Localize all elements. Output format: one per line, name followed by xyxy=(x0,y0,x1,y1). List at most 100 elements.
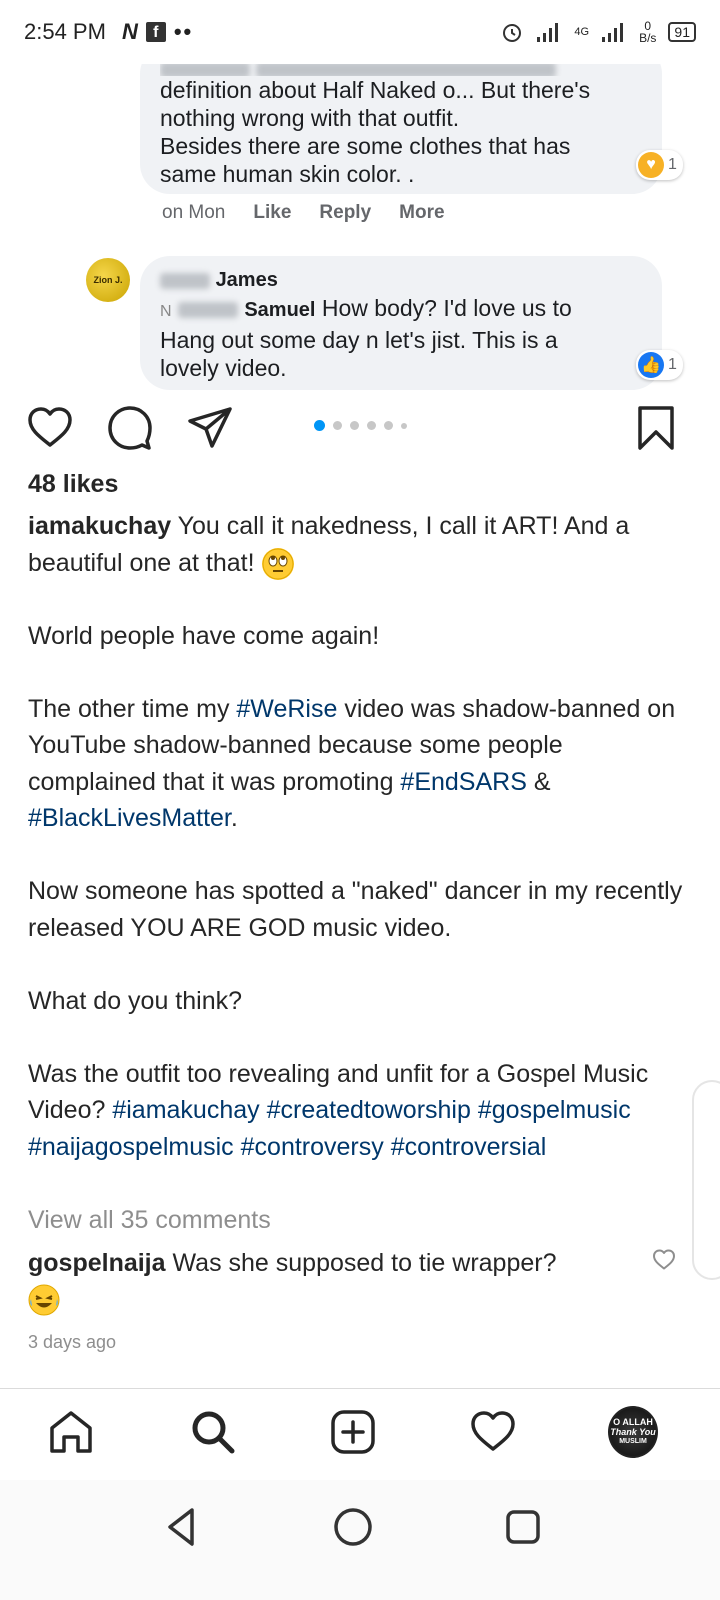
profile-avatar-line-3: MUSLIM xyxy=(619,1438,647,1445)
caption-paragraph-3: The other time my #WeRise video was shad… xyxy=(28,691,688,837)
status-bar: 2:54 PM N f •• 4G 0 B/s 91 xyxy=(0,0,720,64)
network-type-label: 4G xyxy=(574,26,590,38)
fb-comment-2-author-name: James xyxy=(215,269,278,291)
hashtag-createdtoworship[interactable]: #createdtoworship xyxy=(267,1096,471,1124)
fb-comment-2-line-1: N Samuel How body? I'd love us to xyxy=(160,294,642,326)
caption-paragraph-4: Now someone has spotted a "naked" dancer… xyxy=(28,877,683,942)
nav-search-button[interactable] xyxy=(188,1407,238,1457)
hashtag-werise[interactable]: #WeRise xyxy=(236,695,337,723)
carousel-dot xyxy=(367,421,376,430)
carousel-dot xyxy=(384,421,393,430)
fb-reaction-like: 👍 1 xyxy=(636,350,683,380)
fb-reaction-count-2: 1 xyxy=(668,356,677,373)
battery-indicator: 91 xyxy=(668,22,696,42)
carousel-dot xyxy=(350,421,359,430)
fb-comment-2-line-3: lovely video. xyxy=(160,355,287,381)
fb-comment-2-mention: Samuel xyxy=(244,299,316,321)
carousel-dot xyxy=(401,422,407,429)
nav-home-button[interactable] xyxy=(46,1407,96,1457)
more-notifications-icon: •• xyxy=(173,19,194,44)
laughing-emoji-icon xyxy=(28,1284,648,1325)
notification-icons: N f •• xyxy=(122,19,193,45)
fb-comment-1-line-2: nothing wrong with that outfit. xyxy=(160,105,460,131)
system-navigation-bar xyxy=(0,1480,720,1600)
fb-comment-2-author: James xyxy=(160,266,642,294)
send-icon xyxy=(188,407,232,448)
post-image[interactable]: definition about Half Naked o... But the… xyxy=(0,64,720,390)
hashtag-gospelmusic[interactable]: #gospelmusic xyxy=(478,1096,631,1124)
profile-avatar-line-2: Thank You xyxy=(610,1427,656,1437)
fb-comment-1-line-4: same human skin color. . xyxy=(160,161,415,187)
carousel-indicator xyxy=(314,420,407,431)
network-speed-unit: B/s xyxy=(639,31,657,45)
status-right: 4G 0 B/s 91 xyxy=(500,20,696,44)
system-back-button[interactable] xyxy=(158,1502,208,1552)
post-time-ago: 3 days ago xyxy=(28,1332,117,1352)
top-comment: gospelnaija Was she supposed to tie wrap… xyxy=(28,1246,648,1325)
small-heart-icon xyxy=(653,1249,675,1270)
hashtag-endsars[interactable]: #EndSARS xyxy=(400,768,526,796)
fb-comment-2-line-2: Hang out some day n let's jist. This is … xyxy=(160,327,558,353)
bookmark-icon xyxy=(638,406,674,450)
carousel-dot-active xyxy=(314,420,325,431)
caption-paragraph-1: iamakuchay You call it nakedness, I call… xyxy=(28,508,688,581)
nav-create-button[interactable] xyxy=(328,1407,378,1457)
nav-profile-button[interactable]: O ALLAH Thank You MUSLIM xyxy=(608,1406,658,1458)
save-button[interactable] xyxy=(632,404,680,452)
profile-avatar-line-1: O ALLAH xyxy=(613,1417,653,1427)
caption-paragraph-6: Was the outfit too revealing and unfit f… xyxy=(28,1056,688,1166)
caption-paragraph-5: What do you think? xyxy=(28,986,243,1015)
fb-reply-link: Reply xyxy=(319,202,372,223)
home-icon xyxy=(50,1411,92,1453)
care-reaction-icon: ♥ xyxy=(638,152,664,178)
comment-icon xyxy=(108,406,152,450)
status-time: 2:54 PM xyxy=(24,19,106,44)
share-button[interactable] xyxy=(186,404,234,452)
nav-activity-button[interactable] xyxy=(468,1407,518,1457)
likes-count[interactable]: 48 likes xyxy=(28,470,118,499)
fb-comment-1-line-1: definition about Half Naked o... But the… xyxy=(160,77,591,103)
home-circle-icon xyxy=(334,1508,372,1546)
signal-icon-2 xyxy=(602,23,624,42)
hashtag-naijagospelmusic[interactable]: #naijagospelmusic xyxy=(28,1133,234,1161)
n-notification-icon: N xyxy=(121,19,138,44)
rolling-eyes-emoji-icon xyxy=(261,547,294,580)
heart-icon xyxy=(28,407,72,447)
profile-avatar: O ALLAH Thank You MUSLIM xyxy=(608,1406,658,1458)
fb-comment-bubble-2: James N Samuel How body? I'd love us to … xyxy=(140,256,662,390)
network-speed: 0 B/s xyxy=(639,20,656,44)
search-icon xyxy=(192,1411,235,1454)
fb-more-link: More xyxy=(399,202,445,223)
comment-button[interactable] xyxy=(106,404,154,452)
fb-comment-1-time: on Mon xyxy=(162,202,226,223)
hashtag-iamakuchay[interactable]: #iamakuchay xyxy=(112,1096,259,1124)
fb-comment-1-actions: on Mon Like Reply More xyxy=(162,202,445,224)
hashtag-controversy[interactable]: #controversy xyxy=(241,1133,384,1161)
caption-username[interactable]: iamakuchay xyxy=(28,512,171,540)
view-all-comments-link[interactable]: View all 35 comments xyxy=(28,1206,271,1235)
fb-comment-bubble-1: definition about Half Naked o... But the… xyxy=(140,64,662,194)
fb-like-link: Like xyxy=(253,202,292,223)
fb-comment-1-line-3: Besides there are some clothes that has xyxy=(160,133,571,159)
activity-heart-icon xyxy=(471,1411,515,1451)
fb-commenter-avatar: Zion J. xyxy=(86,258,130,302)
top-comment-username[interactable]: gospelnaija xyxy=(28,1249,166,1277)
system-home-button[interactable] xyxy=(328,1502,378,1552)
hashtag-controversial[interactable]: #controversial xyxy=(391,1133,547,1161)
like-button[interactable] xyxy=(26,404,74,452)
add-post-icon xyxy=(331,1410,375,1454)
caption-text-3c: & xyxy=(526,767,551,796)
scroll-handle[interactable] xyxy=(692,1080,720,1280)
hashtag-blacklivesmatter[interactable]: #BlackLivesMatter xyxy=(28,804,231,832)
fb-reaction-care: ♥ 1 xyxy=(636,150,683,180)
carousel-dot xyxy=(333,421,342,430)
caption-text-3a: The other time my xyxy=(28,694,237,723)
fb-comment-2-text-1: How body? I'd love us to xyxy=(315,295,572,321)
caption-paragraph-2: World people have come again! xyxy=(28,621,380,650)
comment-like-button[interactable] xyxy=(652,1248,676,1272)
recents-square-icon xyxy=(506,1510,540,1544)
bottom-navigation: O ALLAH Thank You MUSLIM xyxy=(0,1388,720,1480)
system-recents-button[interactable] xyxy=(498,1502,548,1552)
caption-text-3d: . xyxy=(230,804,238,832)
top-comment-text: Was she supposed to tie wrapper? xyxy=(165,1249,557,1277)
